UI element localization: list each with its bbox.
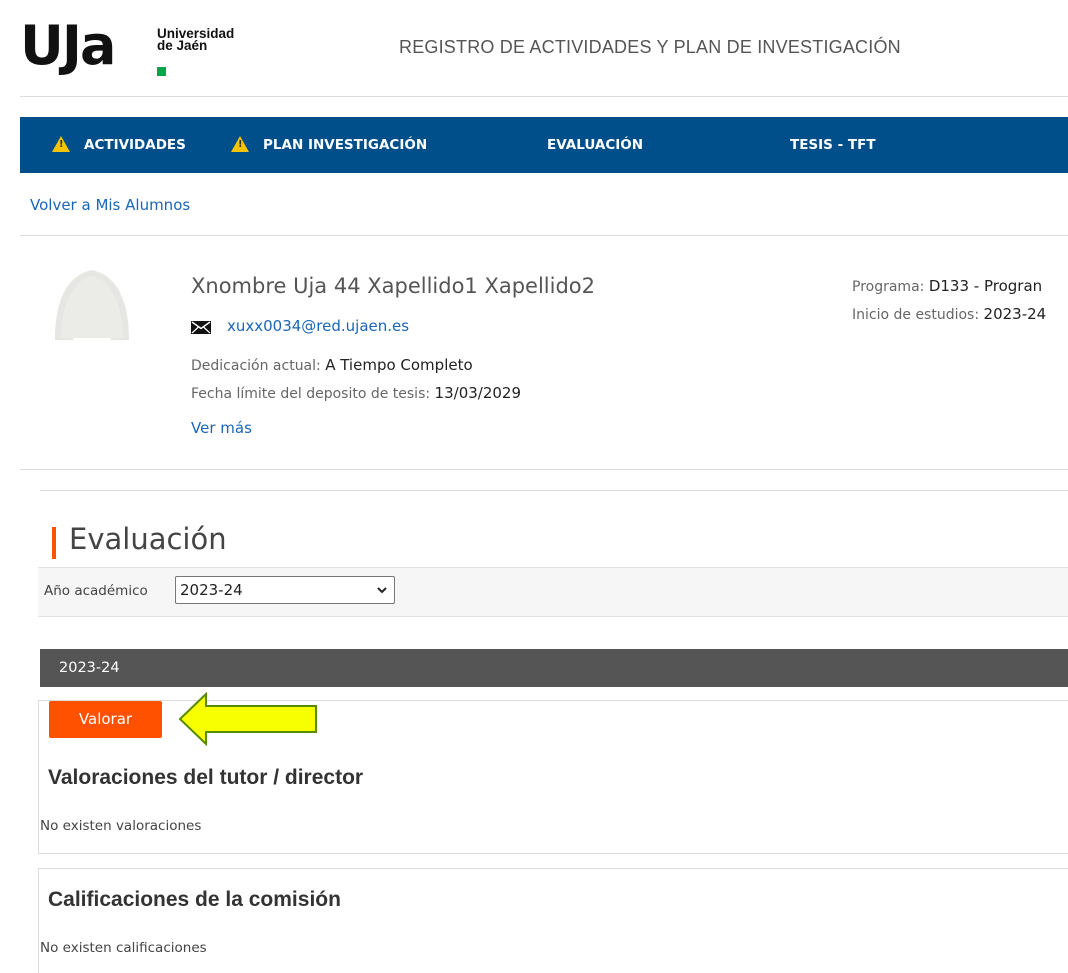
year-filter-row: Año académico 2023-24 <box>38 567 1068 617</box>
app-title: REGISTRO DE ACTIVIDADES Y PLAN DE INVEST… <box>399 37 901 57</box>
tab-label: TESIS - TFT <box>790 137 876 153</box>
divider <box>20 235 1068 236</box>
back-to-students-link[interactable]: Volver a Mis Alumnos <box>30 196 190 214</box>
inicio-label: Inicio de estudios: <box>852 307 980 323</box>
student-name: Xnombre Uja 44 Xapellido1 Xapellido2 <box>191 274 596 298</box>
fecha-limite-label: Fecha límite del deposito de tesis: <box>191 386 431 402</box>
year-select[interactable]: 2023-24 <box>175 576 395 604</box>
inicio-estudios-row: Inicio de estudios: 2023-24 <box>852 305 1046 323</box>
year-header: 2023-24 <box>40 649 1068 687</box>
programa-row: Programa: D133 - Progran <box>852 277 1042 295</box>
warning-icon <box>52 136 70 152</box>
fecha-limite-row: Fecha límite del deposito de tesis: 13/0… <box>191 384 521 402</box>
tab-actividades[interactable]: ACTIVIDADES <box>52 117 186 173</box>
dedicacion-row: Dedicación actual: A Tiempo Completo <box>191 356 473 374</box>
tab-evaluacion[interactable]: EVALUACIÓN <box>547 117 643 173</box>
valoraciones-empty: No existen valoraciones <box>40 818 202 834</box>
warning-icon <box>231 136 249 152</box>
valorar-button[interactable]: Valorar <box>49 701 162 738</box>
fecha-limite-value: 13/03/2029 <box>434 384 522 402</box>
calificaciones-empty: No existen calificaciones <box>40 940 207 956</box>
inicio-value: 2023-24 <box>983 305 1047 323</box>
tab-label: PLAN INVESTIGACIÓN <box>263 137 428 153</box>
divider <box>20 469 1068 470</box>
year-select-value: 2023-24 <box>180 581 243 599</box>
section-title: Evaluación <box>69 522 227 556</box>
ver-mas-link[interactable]: Ver más <box>191 419 252 437</box>
section-accent-bar <box>52 527 56 559</box>
chevron-down-icon <box>377 587 387 594</box>
tab-label: ACTIVIDADES <box>84 137 186 153</box>
tab-plan-investigacion[interactable]: PLAN INVESTIGACIÓN <box>231 117 427 173</box>
tab-tesis-tft[interactable]: TESIS - TFT <box>790 117 876 173</box>
programa-value: D133 - Progran <box>928 277 1043 295</box>
logo-green-square <box>157 67 166 76</box>
page-header: UJa Universidad de Jaén REGISTRO DE ACTI… <box>0 0 1068 97</box>
dedicacion-label: Dedicación actual: <box>191 358 321 374</box>
main-nav: ACTIVIDADES PLAN INVESTIGACIÓN EVALUACIÓ… <box>20 117 1068 173</box>
programa-label: Programa: <box>852 279 925 295</box>
year-label: Año académico <box>44 583 148 599</box>
logo-line-2: de Jaén <box>157 38 208 53</box>
mail-icon <box>191 321 211 334</box>
calificaciones-title: Calificaciones de la comisión <box>48 888 341 911</box>
divider <box>40 490 1068 491</box>
tab-label: EVALUACIÓN <box>547 137 644 153</box>
annotation-arrow-icon <box>178 692 317 746</box>
university-logo[interactable]: UJa Universidad de Jaén <box>20 16 250 82</box>
calificaciones-panel <box>38 868 1068 973</box>
dedicacion-value: A Tiempo Completo <box>325 356 473 374</box>
avatar-icon <box>55 270 129 340</box>
valoraciones-title: Valoraciones del tutor / director <box>48 766 364 789</box>
header-divider <box>20 96 1068 97</box>
logo-text: Universidad de Jaén <box>157 27 234 53</box>
student-email-link[interactable]: xuxx0034@red.ujaen.es <box>227 317 409 335</box>
logo-mark: UJa <box>20 14 116 77</box>
